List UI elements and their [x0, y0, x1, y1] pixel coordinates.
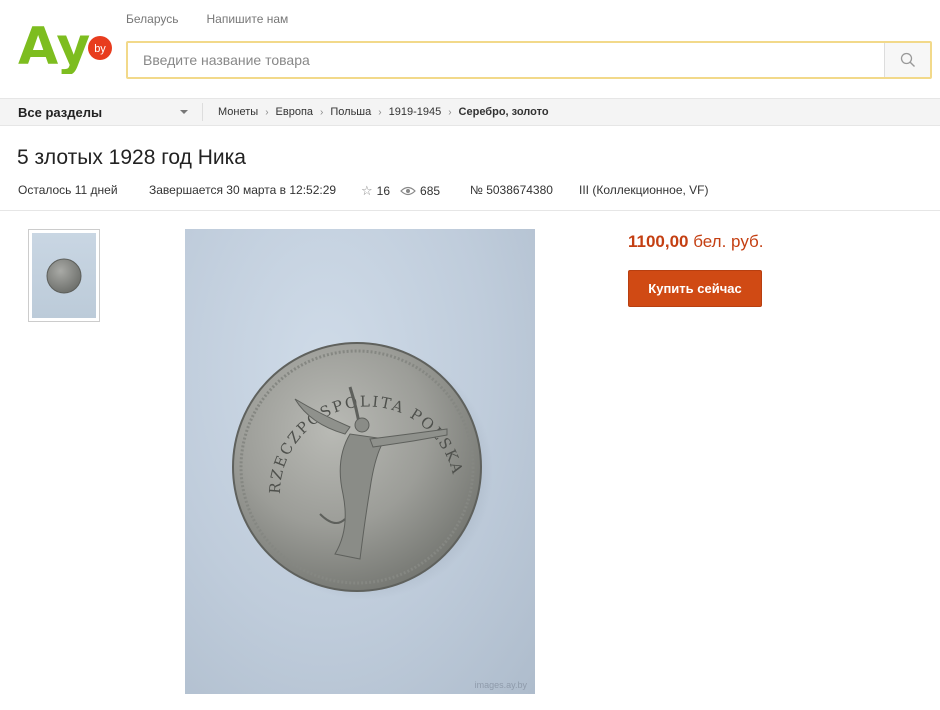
photo-thumbnail[interactable]	[28, 229, 100, 322]
breadcrumb-item-europe[interactable]: Европа	[276, 106, 314, 118]
lot-condition: III (Коллекционное, VF)	[579, 183, 709, 197]
lot-price: 1100,00 бел. руб.	[628, 232, 763, 252]
logo-text: Ay	[18, 17, 90, 74]
price-currency: бел. руб.	[693, 232, 764, 251]
top-links: Беларусь Напишите нам	[126, 12, 288, 26]
breadcrumb-separator: ›	[378, 106, 382, 118]
eye-icon	[400, 186, 416, 196]
all-sections-dropdown[interactable]: Все разделы	[18, 99, 198, 125]
breadcrumb-item-period[interactable]: 1919-1945	[389, 106, 442, 118]
page-title: 5 злотых 1928 год Ника	[17, 146, 246, 169]
end-time: Завершается 30 марта в 12:52:29	[149, 183, 337, 197]
views-count: 685	[420, 184, 441, 198]
photo-watermark: images.ay.by	[474, 680, 527, 690]
search-input[interactable]	[128, 43, 884, 77]
breadcrumb-separator: ›	[448, 106, 452, 118]
search-bar	[126, 41, 932, 79]
contact-link[interactable]: Напишите нам	[206, 12, 288, 26]
favorites-count: 16	[376, 184, 391, 198]
lot-stats: ☆ 16 685	[361, 183, 440, 199]
time-remaining: Осталось 11 дней	[18, 183, 118, 197]
coin-image: RZECZPOSPOLITA POLSKA	[232, 342, 493, 600]
breadcrumb-separator: ›	[320, 106, 324, 118]
chevron-down-icon[interactable]	[180, 110, 188, 114]
buy-now-button[interactable]: Купить сейчас	[628, 270, 762, 307]
site-logo[interactable]: Ay by	[18, 14, 118, 74]
section-divider	[0, 210, 940, 211]
coin-thumbnail-graphic	[46, 258, 82, 293]
search-button[interactable]	[884, 43, 930, 77]
region-link[interactable]: Беларусь	[126, 12, 178, 26]
lot-number: № 5038674380	[470, 183, 553, 197]
breadcrumb-item-poland[interactable]: Польша	[330, 106, 371, 118]
search-icon	[900, 52, 915, 67]
category-bar: Все разделы Монеты › Европа › Польша › 1…	[0, 98, 940, 126]
breadcrumb-item-coins[interactable]: Монеты	[218, 106, 258, 118]
logo-badge-text: by	[94, 43, 106, 55]
site-header: Ay by Беларусь Напишите нам	[0, 0, 940, 95]
breadcrumb: Монеты › Европа › Польша › 1919-1945 › С…	[218, 99, 549, 125]
main-photo[interactable]: RZECZPOSPOLITA POLSKA images.ay.by	[185, 229, 535, 694]
star-icon[interactable]: ☆	[361, 183, 373, 199]
breadcrumb-separator: ›	[265, 106, 269, 118]
price-amount: 1100,00	[628, 232, 689, 251]
breadcrumb-item-current[interactable]: Серебро, золото	[459, 106, 549, 118]
thumbnail-image	[32, 233, 96, 318]
nav-divider	[202, 103, 203, 121]
